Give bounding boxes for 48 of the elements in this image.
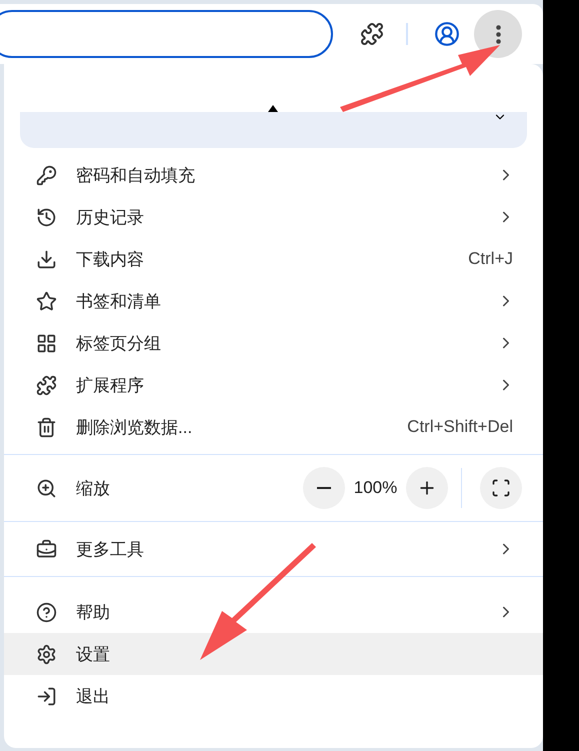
menu-item-icon — [36, 332, 57, 354]
menu-item-icon — [36, 374, 57, 396]
fullscreen-button[interactable] — [480, 467, 522, 509]
menu-item[interactable]: 标签页分组 — [4, 322, 543, 364]
menu-item[interactable]: 下载内容 Ctrl+J — [4, 238, 543, 280]
menu-button[interactable] — [474, 10, 522, 58]
menu-item[interactable]: 删除浏览数据... Ctrl+Shift+Del — [4, 406, 543, 448]
shortcut-text: Ctrl+J — [468, 249, 513, 269]
shortcut-text: Ctrl+Shift+Del — [407, 417, 513, 437]
address-bar[interactable] — [0, 10, 333, 58]
menu-item[interactable]: 历史记录 — [4, 196, 543, 238]
menu-item-icon — [36, 206, 57, 228]
menu-item[interactable]: 密码和自动填充 — [4, 154, 543, 196]
menu-item[interactable]: 扩展程序 — [4, 364, 543, 406]
menu-item-label: 标签页分组 — [76, 332, 162, 354]
menu-item-label: 扩展程序 — [76, 374, 145, 396]
profile-icon[interactable] — [434, 21, 460, 47]
zoom-in-button[interactable] — [406, 467, 448, 509]
puzzle-icon[interactable] — [360, 22, 384, 46]
menu-item-icon — [36, 538, 57, 560]
menu-item-icon — [36, 248, 57, 270]
menu-item-label: 删除浏览数据... — [76, 416, 194, 438]
menu-item-label: 退出 — [76, 686, 111, 708]
menu-item-icon — [36, 164, 57, 186]
zoom-level: 100% — [352, 478, 398, 498]
menu-icon — [496, 24, 500, 44]
menu-item[interactable]: 书签和清单 — [4, 280, 543, 322]
menu-item-icon — [36, 290, 57, 312]
menu-item-label: 密码和自动填充 — [76, 164, 196, 186]
minus-icon — [317, 487, 331, 489]
menu-item-label: 书签和清单 — [76, 290, 162, 312]
menu-item-label: 历史记录 — [76, 206, 145, 228]
menu-item[interactable]: 退出 — [4, 675, 543, 717]
menu-item-icon — [36, 602, 57, 622]
menu-item[interactable]: 更多工具 — [4, 528, 543, 570]
menu-item[interactable]: 帮助 — [4, 591, 543, 633]
menu-item-icon — [36, 478, 57, 498]
fullscreen-icon — [491, 478, 511, 498]
menu-item[interactable]: 缩放 100% — [4, 461, 543, 515]
menu-item-label: 下载内容 — [76, 248, 145, 270]
menu-item-icon — [36, 686, 57, 706]
menu-item[interactable]: 设置 — [4, 633, 543, 675]
menu-item-label: 设置 — [76, 644, 111, 666]
menu-item-icon — [36, 416, 57, 438]
menu-item-icon — [36, 644, 57, 664]
menu-item-label: 更多工具 — [76, 538, 145, 560]
menu-item-label: 帮助 — [76, 602, 111, 624]
menu-item-label: 缩放 — [76, 478, 111, 500]
